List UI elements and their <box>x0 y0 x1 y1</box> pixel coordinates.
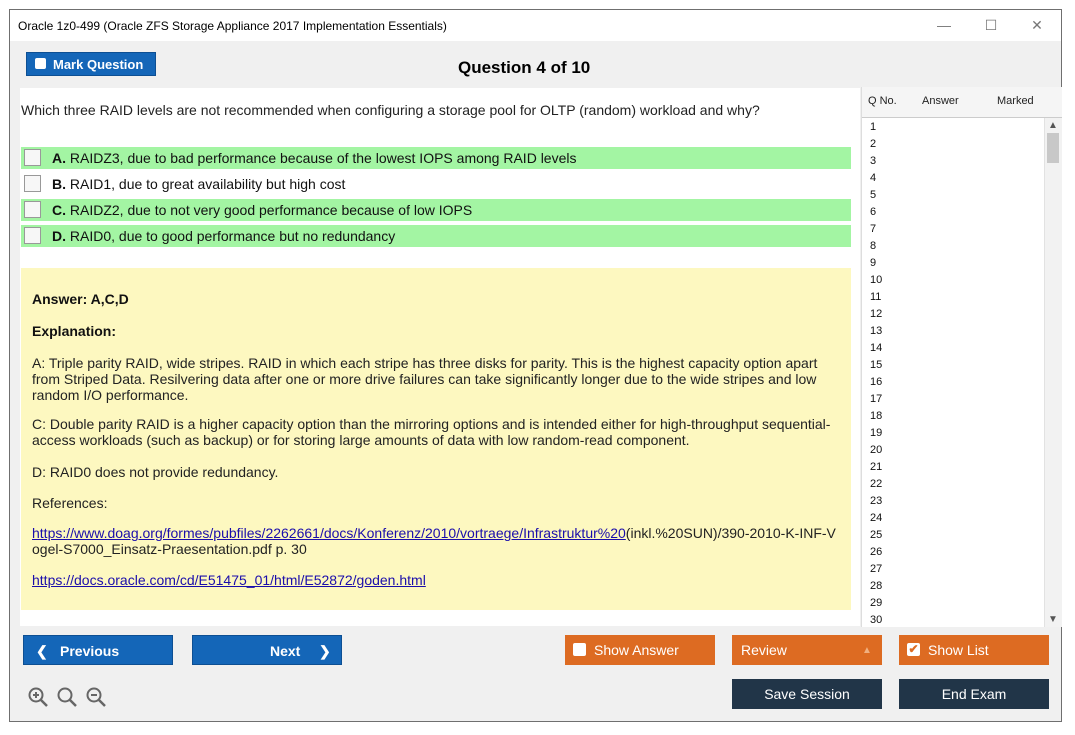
close-icon[interactable]: ✕ <box>1026 14 1048 36</box>
question-list-row[interactable]: 28 <box>862 578 1044 595</box>
show-answer-label: Show Answer <box>594 642 679 658</box>
answer-line: Answer: A,C,D <box>32 291 129 307</box>
previous-label: Previous <box>60 643 120 659</box>
title-bar: Oracle 1z0-499 (Oracle ZFS Storage Appli… <box>10 10 1061 41</box>
question-list-row[interactable]: 3 <box>862 153 1044 170</box>
question-list-row[interactable]: 19 <box>862 425 1044 442</box>
answer-explanation-panel: Answer: A,C,D Explanation: A: Triple par… <box>21 268 851 610</box>
question-list-row[interactable]: 18 <box>862 408 1044 425</box>
question-list-row[interactable]: 21 <box>862 459 1044 476</box>
col-marked: Marked <box>997 95 1034 107</box>
option-text: RAID0, due to good performance but no re… <box>69 228 396 244</box>
review-button[interactable]: Review ▲ <box>732 635 882 665</box>
question-panel: Which three RAID levels are not recommen… <box>20 88 860 626</box>
option-letter: B. <box>52 176 66 192</box>
option-c[interactable]: C. RAIDZ2, due to not very good performa… <box>21 199 851 221</box>
question-list-row[interactable]: 17 <box>862 391 1044 408</box>
option-a[interactable]: A. RAIDZ3, due to bad performance becaus… <box>21 147 851 169</box>
question-list-row[interactable]: 9 <box>862 255 1044 272</box>
zoom-reset-icon[interactable] <box>56 686 78 708</box>
checkbox-icon <box>573 643 586 656</box>
next-label: Next <box>270 643 301 659</box>
explanation-label: Explanation: <box>32 323 117 339</box>
question-list-row[interactable]: 30 <box>862 612 1044 629</box>
scroll-down-icon[interactable]: ▼ <box>1048 614 1058 625</box>
reference-2: https://docs.oracle.com/cd/E51475_01/htm… <box>32 572 842 588</box>
maximize-icon[interactable]: ☐ <box>980 14 1002 36</box>
exam-window: Oracle 1z0-499 (Oracle ZFS Storage Appli… <box>9 9 1062 722</box>
question-list-row[interactable]: 16 <box>862 374 1044 391</box>
question-list-row[interactable]: 20 <box>862 442 1044 459</box>
question-list-row[interactable]: 26 <box>862 544 1044 561</box>
col-qno: Q No. <box>868 95 897 107</box>
question-list-row[interactable]: 13 <box>862 323 1044 340</box>
question-list-row[interactable]: 11 <box>862 289 1044 306</box>
reference-1: https://www.doag.org/formes/pubfiles/226… <box>32 525 842 557</box>
dropdown-arrow-icon: ▲ <box>862 645 872 656</box>
question-list-row[interactable]: 6 <box>862 204 1044 221</box>
option-text: RAIDZ2, due to not very good performance… <box>69 202 473 218</box>
zoom-in-icon[interactable] <box>27 686 49 708</box>
show-answer-button[interactable]: Show Answer <box>565 635 715 665</box>
question-list-scrollbar[interactable]: ▲ ▼ <box>1044 118 1062 627</box>
question-list-row[interactable]: 4 <box>862 170 1044 187</box>
option-letter: C. <box>52 202 66 218</box>
question-list-row[interactable]: 23 <box>862 493 1044 510</box>
explanation-c: C: Double parity RAID is a higher capaci… <box>32 416 831 448</box>
option-letter: A. <box>52 150 66 166</box>
question-list-row[interactable]: 10 <box>862 272 1044 289</box>
question-list-row[interactable]: 5 <box>862 187 1044 204</box>
question-list-row[interactable]: 8 <box>862 238 1044 255</box>
minimize-icon[interactable]: — <box>933 14 955 36</box>
option-checkbox[interactable] <box>24 201 41 218</box>
mark-question-button[interactable]: Mark Question <box>26 52 156 76</box>
show-list-button[interactable]: ✔ Show List <box>899 635 1049 665</box>
chevron-left-icon: ❮ <box>36 643 48 659</box>
next-button[interactable]: Next ❯ <box>192 635 342 665</box>
explanation-d: D: RAID0 does not provide redundancy. <box>32 464 279 480</box>
option-text: RAID1, due to great availability but hig… <box>69 176 346 192</box>
question-list-rows: 1 2 3 4 5 6 7 8 9 10 11 12 13 14 15 16 17 18 19 20 21 22 23 24 2… <box>862 119 1044 629</box>
reference-1-link[interactable]: https://www.doag.org/formes/pubfiles/226… <box>32 525 626 541</box>
scroll-up-icon[interactable]: ▲ <box>1048 120 1058 131</box>
question-list-row[interactable]: 29 <box>862 595 1044 612</box>
scroll-thumb[interactable] <box>1047 133 1059 163</box>
question-list-row[interactable]: 22 <box>862 476 1044 493</box>
chevron-right-icon: ❯ <box>319 643 331 659</box>
show-list-label: Show List <box>928 642 989 658</box>
option-checkbox[interactable] <box>24 175 41 192</box>
reference-2-link[interactable]: https://docs.oracle.com/cd/E51475_01/htm… <box>32 572 426 588</box>
references-label: References: <box>32 495 108 511</box>
question-list-row[interactable]: 24 <box>862 510 1044 527</box>
question-list-row[interactable]: 27 <box>862 561 1044 578</box>
question-list-row[interactable]: 15 <box>862 357 1044 374</box>
end-exam-button[interactable]: End Exam <box>899 679 1049 709</box>
previous-button[interactable]: ❮ Previous <box>23 635 173 665</box>
question-list-row[interactable]: 12 <box>862 306 1044 323</box>
question-text: Which three RAID levels are not recommen… <box>21 102 760 118</box>
question-list-row[interactable]: 7 <box>862 221 1044 238</box>
option-checkbox[interactable] <box>24 149 41 166</box>
question-list-row[interactable]: 2 <box>862 136 1044 153</box>
option-checkbox[interactable] <box>24 227 41 244</box>
question-list-row[interactable]: 14 <box>862 340 1044 357</box>
question-list-row[interactable]: 25 <box>862 527 1044 544</box>
explanation-a: A: Triple parity RAID, wide stripes. RAI… <box>32 355 818 403</box>
checkbox-icon <box>35 58 46 69</box>
review-label: Review <box>741 642 787 658</box>
question-list-row[interactable]: 1 <box>862 119 1044 136</box>
col-answer: Answer <box>922 95 959 107</box>
mark-question-label: Mark Question <box>53 57 144 72</box>
question-list-panel: Q No. Answer Marked 1 2 3 4 5 6 7 8 9 10 11 12 13 14 1… <box>861 87 1062 627</box>
question-counter: Question 4 of 10 <box>458 58 591 77</box>
window-title: Oracle 1z0-499 (Oracle ZFS Storage Appli… <box>18 19 447 33</box>
option-text: RAIDZ3, due to bad performance because o… <box>69 150 577 166</box>
zoom-out-icon[interactable] <box>85 686 107 708</box>
option-b[interactable]: B. RAID1, due to great availability but … <box>21 173 851 195</box>
option-letter: D. <box>52 228 66 244</box>
save-session-button[interactable]: Save Session <box>732 679 882 709</box>
question-list-header: Q No. Answer Marked <box>862 87 1062 118</box>
option-d[interactable]: D. RAID0, due to good performance but no… <box>21 225 851 247</box>
checkmark-icon: ✔ <box>907 642 920 656</box>
